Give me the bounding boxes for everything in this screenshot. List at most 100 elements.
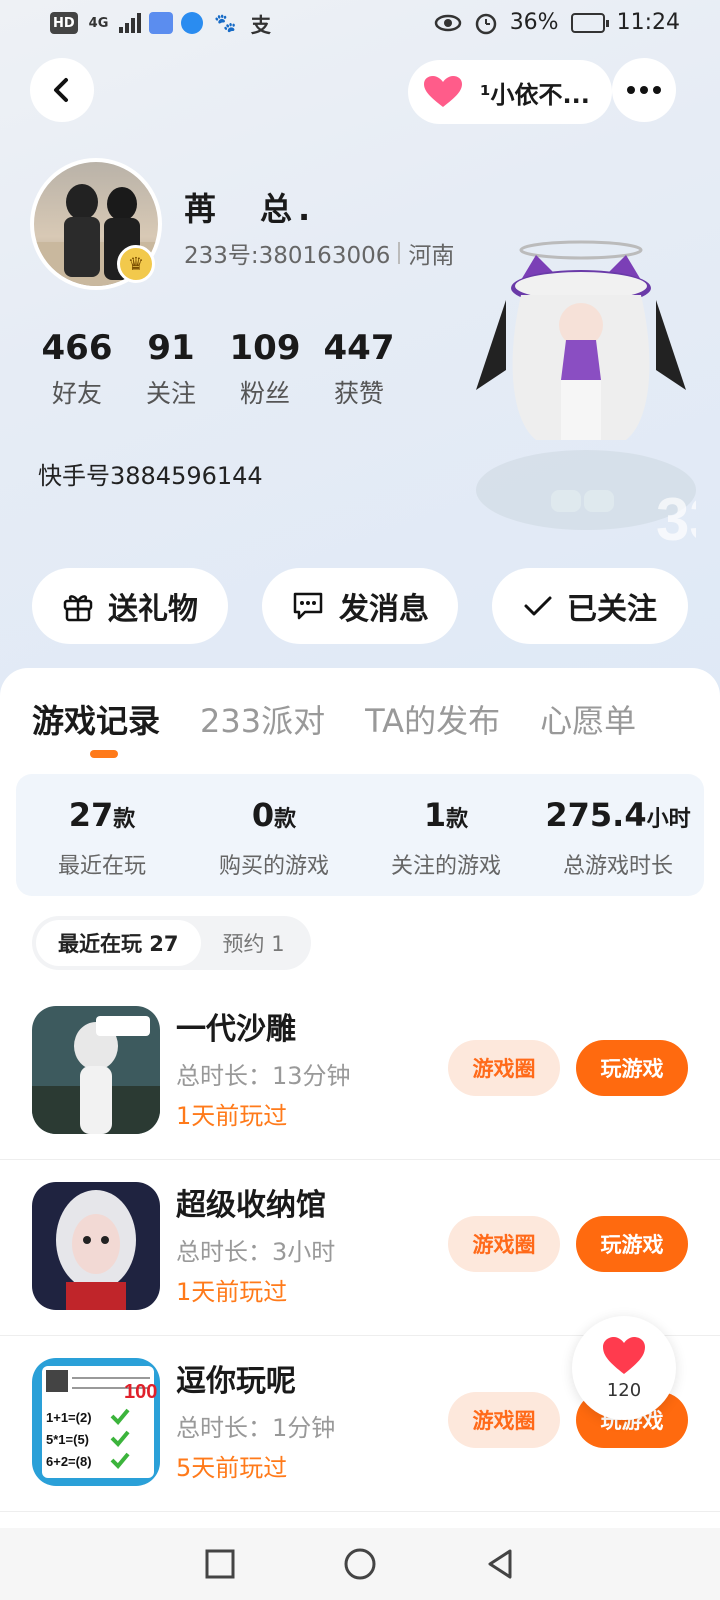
summary-recent[interactable]: 27款 最近在玩 xyxy=(16,774,188,896)
divider xyxy=(398,242,401,264)
more-button[interactable] xyxy=(612,58,676,122)
stat-number: 447 xyxy=(323,328,395,368)
game-subtabs: 最近在玩 27 预约 1 xyxy=(32,916,311,970)
send-message-button[interactable]: 发消息 xyxy=(262,568,458,644)
list-item[interactable]: 超级收纳馆 总时长：3小时 1天前玩过 游戏圈 玩游戏 xyxy=(0,1160,720,1336)
stat-label: 好友 xyxy=(51,379,102,408)
summary-purchased[interactable]: 0款 购买的游戏 xyxy=(188,774,360,896)
game-last-played: 5天前玩过 xyxy=(176,1454,288,1482)
heart-icon xyxy=(424,76,462,107)
game-list: 一代沙雕 总时长：13分钟 1天前玩过 游戏圈 玩游戏 超级收纳馆 总时长：3小… xyxy=(0,984,720,1512)
hd-icon: HD xyxy=(50,12,78,34)
stat-likes[interactable]: 447 获赞 xyxy=(312,328,406,410)
game-icon-image[interactable] xyxy=(32,1182,160,1310)
game-icon-image[interactable] xyxy=(32,1006,160,1134)
username: 苒 总. xyxy=(184,190,317,228)
profile-stats: 466 好友 91 关注 109 粉丝 447 获赞 xyxy=(30,328,406,410)
profile-tabs: 游戏记录 233派对 TA的发布 心愿单 xyxy=(32,696,636,742)
vip-crown-icon: ♛ xyxy=(117,245,155,283)
stat-following[interactable]: 91 关注 xyxy=(124,328,218,410)
summary-value: 1 xyxy=(423,796,447,834)
summary-label: 总游戏时长 xyxy=(562,854,673,879)
svg-text:6+2=(8): 6+2=(8) xyxy=(46,1454,92,1469)
play-game-button[interactable]: 玩游戏 xyxy=(576,1040,688,1096)
like-button[interactable]: 120 xyxy=(572,1316,676,1420)
user-id: 233号:380163006 xyxy=(184,243,391,269)
game-duration: 总时长：3小时 xyxy=(176,1238,336,1266)
tab-233-party[interactable]: 233派对 xyxy=(200,696,325,742)
visitor-pill[interactable]: ¹小依不... xyxy=(408,60,612,124)
send-gift-button[interactable]: 送礼物 xyxy=(32,568,228,644)
svg-text:5*1=(5): 5*1=(5) xyxy=(46,1432,89,1447)
visitor-name: ¹小依不... xyxy=(480,80,590,109)
check-icon xyxy=(524,596,552,616)
subtab-reserved[interactable]: 预约 1 xyxy=(201,920,307,966)
alarm-icon xyxy=(475,13,496,34)
summary-unit: 款 xyxy=(113,807,136,832)
game-name: 一代沙雕 xyxy=(176,1012,296,1047)
summary-unit: 款 xyxy=(446,807,469,832)
svg-text:100: 100 xyxy=(124,1381,157,1403)
subtab-recent[interactable]: 最近在玩 27 xyxy=(36,920,201,966)
network-4g-icon: 4G xyxy=(88,15,109,31)
game-name: 超级收纳馆 xyxy=(176,1188,326,1223)
back-button[interactable] xyxy=(30,58,94,122)
summary-value: 0 xyxy=(251,796,275,834)
alipay-icon: 支 xyxy=(250,12,271,37)
summary-unit: 款 xyxy=(274,807,297,832)
heart-icon xyxy=(603,1336,645,1374)
summary-value: 27 xyxy=(68,796,114,834)
signal-icon xyxy=(119,13,142,33)
list-item[interactable]: 一代沙雕 总时长：13分钟 1天前玩过 游戏圈 玩游戏 xyxy=(0,984,720,1160)
play-game-button[interactable]: 玩游戏 xyxy=(576,1216,688,1272)
character-avatar-image[interactable]: 33 xyxy=(466,240,696,560)
summary-value: 275.4 xyxy=(545,796,647,834)
following-label: 已关注 xyxy=(567,592,657,627)
send-gift-label: 送礼物 xyxy=(108,592,198,627)
user-id-row: 233号:380163006 河南 xyxy=(184,236,454,270)
svg-text:33: 33 xyxy=(656,486,696,553)
user-location: 河南 xyxy=(408,243,455,269)
gift-icon xyxy=(63,595,93,622)
stat-number: 466 xyxy=(41,328,113,368)
app-notification-icon xyxy=(149,12,174,34)
battery-percent: 36% xyxy=(509,10,559,35)
summary-label: 购买的游戏 xyxy=(218,854,329,879)
more-dots-icon xyxy=(627,86,661,94)
like-count: 120 xyxy=(606,1379,642,1401)
browser-notification-icon xyxy=(181,12,204,34)
game-last-played: 1天前玩过 xyxy=(176,1102,288,1130)
back-nav-icon[interactable] xyxy=(484,1548,516,1580)
home-icon[interactable] xyxy=(343,1547,377,1581)
game-circle-button[interactable]: 游戏圈 xyxy=(448,1216,560,1272)
game-last-played: 1天前玩过 xyxy=(176,1278,288,1306)
game-circle-button[interactable]: 游戏圈 xyxy=(448,1392,560,1448)
summary-unit: 小时 xyxy=(646,807,691,832)
following-button[interactable]: 已关注 xyxy=(492,568,688,644)
stat-label: 关注 xyxy=(145,379,196,408)
game-icon-image[interactable]: 100 1+1=(2) 5*1=(5) 6+2=(8) xyxy=(32,1358,160,1486)
status-left-icons: HD 4G 🐾 支 xyxy=(50,12,274,37)
system-nav-bar xyxy=(0,1528,720,1600)
summary-label: 最近在玩 xyxy=(57,854,146,879)
game-circle-button[interactable]: 游戏圈 xyxy=(448,1040,560,1096)
game-name: 逗你玩呢 xyxy=(176,1364,296,1399)
game-duration: 总时长：13分钟 xyxy=(176,1062,351,1090)
stat-label: 获赞 xyxy=(333,379,384,408)
status-right-icons: 36% 11:24 xyxy=(434,10,680,35)
stat-fans[interactable]: 109 粉丝 xyxy=(218,328,312,410)
kuaishou-id: 快手号3884596144 xyxy=(38,462,263,490)
summary-followed[interactable]: 1款 关注的游戏 xyxy=(360,774,532,896)
message-icon xyxy=(293,592,323,620)
tab-wishlist[interactable]: 心愿单 xyxy=(540,696,636,742)
stat-friends[interactable]: 466 好友 xyxy=(30,328,124,410)
tab-posts[interactable]: TA的发布 xyxy=(365,696,500,742)
summary-total-time[interactable]: 275.4小时 总游戏时长 xyxy=(532,774,704,896)
battery-icon xyxy=(570,12,609,33)
stat-number: 109 xyxy=(229,328,301,368)
eye-icon xyxy=(434,14,461,31)
svg-text:1+1=(2): 1+1=(2) xyxy=(46,1410,92,1425)
summary-label: 关注的游戏 xyxy=(390,854,501,879)
recent-apps-icon[interactable] xyxy=(204,1548,236,1580)
tab-game-records[interactable]: 游戏记录 xyxy=(32,696,160,742)
